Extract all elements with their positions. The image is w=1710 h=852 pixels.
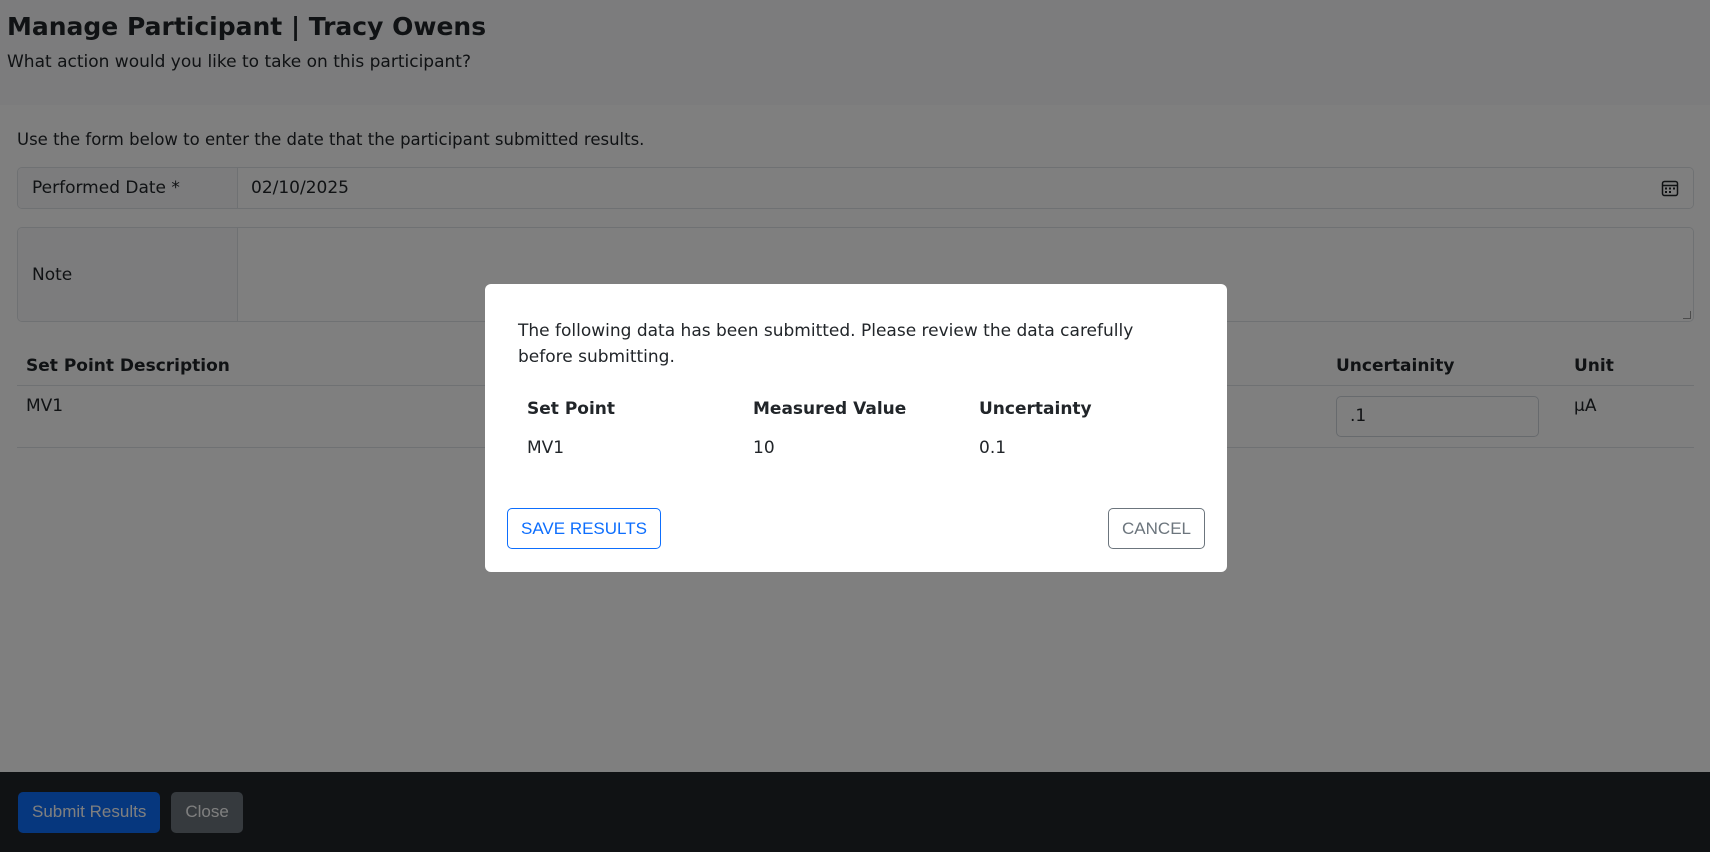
uncertainty-cell: 0.1: [979, 438, 1007, 458]
save-results-button[interactable]: SAVE RESULTS: [507, 508, 661, 549]
review-table: Set Point Measured Value Uncertainty MV1…: [518, 393, 1196, 471]
uncertainty-header: Uncertainty: [979, 399, 1092, 419]
set-point-cell: MV1: [527, 438, 565, 458]
set-point-header: Set Point: [527, 399, 616, 419]
review-modal: The following data has been submitted. P…: [485, 284, 1227, 572]
modal-message: The following data has been submitted. P…: [518, 321, 1134, 367]
table-row: MV1 10 0.1: [518, 425, 1196, 471]
cancel-button[interactable]: CANCEL: [1108, 508, 1205, 549]
measured-value-cell: 10: [753, 438, 775, 458]
review-header-row: Set Point Measured Value Uncertainty: [518, 393, 1196, 425]
measured-value-header: Measured Value: [753, 399, 907, 419]
